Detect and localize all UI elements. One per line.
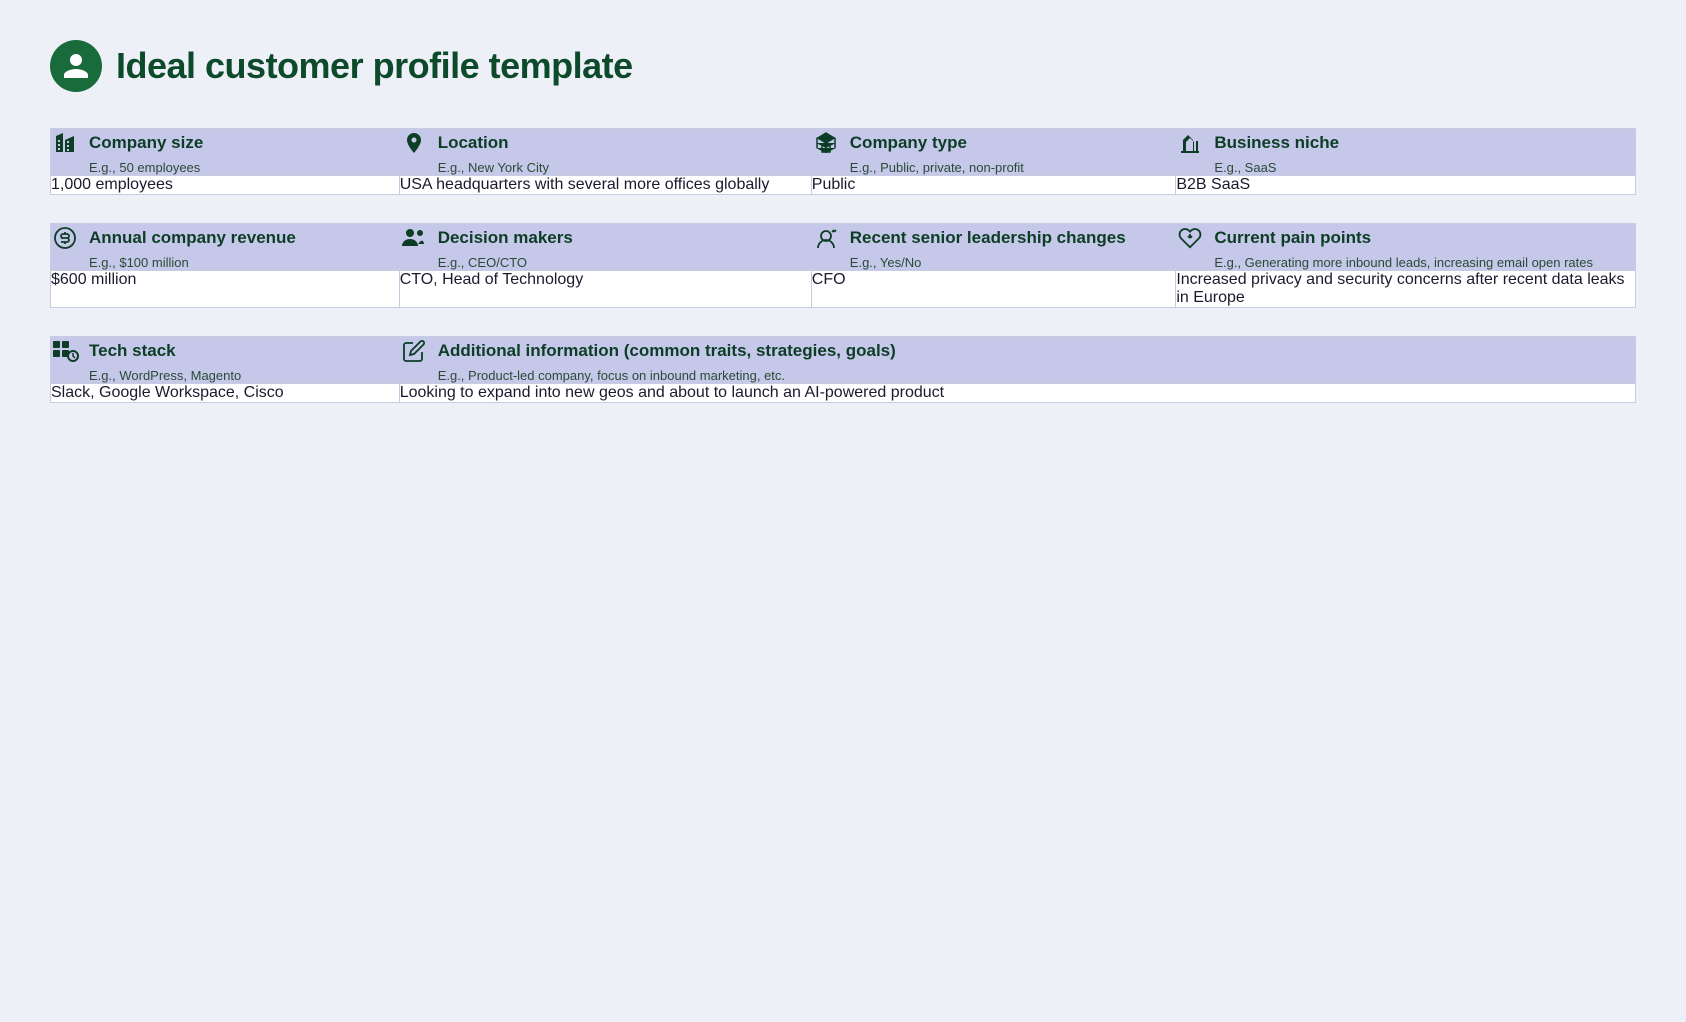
header-company-type-subtitle: E.g., Public, private, non-profit: [850, 160, 1176, 175]
header-annual-revenue-subtitle: E.g., $100 million: [89, 255, 399, 270]
section3-table: Tech stack E.g., WordPress, Magento Addi…: [50, 336, 1636, 403]
data-decision-makers: CTO, Head of Technology: [399, 271, 811, 308]
data-pain-points: Increased privacy and security concerns …: [1176, 271, 1636, 308]
header-senior-leadership: Recent senior leadership changes E.g., Y…: [811, 224, 1176, 271]
page-icon: [50, 40, 102, 92]
data-annual-revenue: $600 million: [51, 271, 400, 308]
pencil-icon: [400, 337, 428, 365]
header-pain-points-subtitle: E.g., Generating more inbound leads, inc…: [1214, 255, 1635, 270]
header-decision-makers-subtitle: E.g., CEO/CTO: [438, 255, 811, 270]
header-company-size-label: Company size: [89, 133, 203, 153]
header-business-niche: Business niche E.g., SaaS: [1176, 129, 1636, 176]
data-senior-leadership: CFO: [811, 271, 1176, 308]
location-icon: [400, 129, 428, 157]
section1-table: Company size E.g., 50 employees Location…: [50, 128, 1636, 195]
header-decision-makers-label: Decision makers: [438, 228, 573, 248]
data-additional-info: Looking to expand into new geos and abou…: [399, 384, 1635, 403]
header-pain-points-label: Current pain points: [1214, 228, 1371, 248]
header-tech-stack-subtitle: E.g., WordPress, Magento: [89, 368, 399, 383]
header-annual-revenue-label: Annual company revenue: [89, 228, 296, 248]
header-additional-info: Additional information (common traits, s…: [399, 337, 1635, 384]
header-additional-info-subtitle: E.g., Product-led company, focus on inbo…: [438, 368, 1635, 383]
header-senior-leadership-label: Recent senior leadership changes: [850, 228, 1126, 248]
header-location: Location E.g., New York City: [399, 129, 811, 176]
header-decision-makers: Decision makers E.g., CEO/CTO: [399, 224, 811, 271]
building-icon: [51, 129, 79, 157]
header-tech-stack-label: Tech stack: [89, 341, 176, 361]
header-business-niche-subtitle: E.g., SaaS: [1214, 160, 1635, 175]
leadership-icon: [812, 224, 840, 252]
header-company-size-subtitle: E.g., 50 employees: [89, 160, 399, 175]
header-company-type: Company type E.g., Public, private, non-…: [811, 129, 1176, 176]
header-location-subtitle: E.g., New York City: [438, 160, 811, 175]
header-senior-leadership-subtitle: E.g., Yes/No: [850, 255, 1176, 270]
data-location: USA headquarters with several more offic…: [399, 176, 811, 195]
header-company-type-label: Company type: [850, 133, 967, 153]
chart-icon: [1176, 129, 1204, 157]
header-pain-points: Current pain points E.g., Generating mor…: [1176, 224, 1636, 271]
header-company-size: Company size E.g., 50 employees: [51, 129, 400, 176]
header-annual-revenue: Annual company revenue E.g., $100 millio…: [51, 224, 400, 271]
tech-stack-icon: [51, 337, 79, 365]
data-tech-stack: Slack, Google Workspace, Cisco: [51, 384, 400, 403]
data-business-niche: B2B SaaS: [1176, 176, 1636, 195]
page-title-row: Ideal customer profile template: [50, 40, 1636, 92]
dollar-icon: [51, 224, 79, 252]
data-company-type: Public: [811, 176, 1176, 195]
header-tech-stack: Tech stack E.g., WordPress, Magento: [51, 337, 400, 384]
header-business-niche-label: Business niche: [1214, 133, 1339, 153]
company-type-icon: [812, 129, 840, 157]
header-location-label: Location: [438, 133, 509, 153]
heart-icon: [1176, 224, 1204, 252]
header-additional-info-label: Additional information (common traits, s…: [438, 341, 896, 361]
data-company-size: 1,000 employees: [51, 176, 400, 195]
page-title: Ideal customer profile template: [116, 45, 633, 87]
people-icon: [400, 224, 428, 252]
section2-table: Annual company revenue E.g., $100 millio…: [50, 223, 1636, 308]
